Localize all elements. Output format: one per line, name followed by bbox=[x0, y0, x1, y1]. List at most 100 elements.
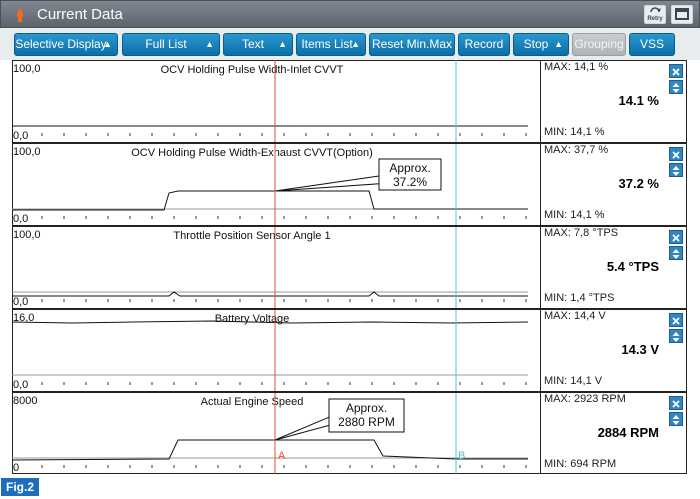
close-icon bbox=[672, 68, 680, 76]
max-value: MAX: 14,1 % bbox=[544, 61, 609, 73]
remove-item-button[interactable] bbox=[669, 64, 683, 78]
current-value: 5.4 °TPS bbox=[606, 259, 659, 274]
signal-waveform bbox=[12, 439, 528, 461]
reset-min-max-label: Reset Min.Max bbox=[371, 37, 453, 51]
y-min-label: 0,0 bbox=[13, 130, 28, 142]
remove-item-button[interactable] bbox=[669, 230, 683, 244]
graph-panel: 8000 0 Actual Engine Speed Approx.2880 RPM bbox=[12, 395, 528, 474]
full-list-label: Full List bbox=[145, 37, 187, 51]
value-panel: MAX: 7,8 °TPS 5.4 °TPS MIN: 1,4 °TPS bbox=[540, 226, 687, 308]
close-icon bbox=[672, 234, 680, 242]
up-down-arrow-icon bbox=[672, 415, 680, 425]
stop-dropdown[interactable]: Stop ▲︎ bbox=[513, 33, 569, 56]
vss-button[interactable]: VSS bbox=[629, 33, 675, 56]
reorder-item-button[interactable] bbox=[669, 329, 683, 343]
grouping-button: Grouping bbox=[572, 33, 626, 56]
reorder-item-button[interactable] bbox=[669, 80, 683, 94]
remove-item-button[interactable] bbox=[669, 396, 683, 410]
record-label: Record bbox=[464, 37, 504, 51]
signal-name: Throttle Position Sensor Angle 1 bbox=[173, 230, 330, 242]
reorder-item-button[interactable] bbox=[669, 163, 683, 177]
reset-min-max-button[interactable]: Reset Min.Max bbox=[369, 33, 455, 56]
app-flame-icon bbox=[16, 8, 24, 22]
callout-pointer bbox=[274, 175, 380, 192]
y-max-label: 100,0 bbox=[13, 146, 41, 158]
up-down-arrow-icon bbox=[672, 332, 680, 342]
signal-name: OCV Holding Pulse Width-Inlet CVVT bbox=[161, 64, 344, 76]
callout-line: 37.2% bbox=[393, 175, 427, 189]
toolbar: Selective Display ▲︎ Full List ▲︎ Text ▲… bbox=[0, 28, 700, 60]
signal-name: Actual Engine Speed bbox=[201, 396, 304, 408]
window-icon bbox=[675, 8, 689, 20]
value-panel: MAX: 14,1 % 14.1 % MIN: 14,1 % bbox=[540, 60, 687, 142]
record-button[interactable]: Record bbox=[458, 33, 510, 56]
cursor-b-label: B bbox=[458, 450, 465, 462]
min-value: MIN: 1,4 °TPS bbox=[544, 292, 615, 304]
graph-area: 100,0 0,0 OCV Holding Pulse Width-Inlet CV… bbox=[12, 60, 529, 474]
value-panel: MAX: 14,4 V 14.3 V MIN: 14,1 V bbox=[540, 309, 687, 391]
signal-waveform bbox=[12, 291, 528, 297]
graph-panel: 100,0 0,0 Throttle Position Sensor Angle 1 bbox=[12, 229, 528, 308]
up-down-arrow-icon bbox=[672, 166, 680, 176]
updown-arrow-icon: ▲︎ bbox=[278, 39, 287, 49]
max-value: MAX: 37,7 % bbox=[544, 144, 609, 156]
callout-line: Approx. bbox=[389, 161, 430, 175]
selective-display-label: Selective Display bbox=[15, 37, 107, 51]
value-panel: MAX: 37,7 % 37.2 % MIN: 14,1 % bbox=[540, 143, 687, 225]
panel-divider bbox=[12, 391, 687, 393]
selective-display-dropdown[interactable]: Selective Display ▲︎ bbox=[14, 33, 118, 56]
y-min-label: 0 bbox=[13, 462, 19, 474]
current-value: 37.2 % bbox=[618, 176, 659, 191]
close-icon bbox=[672, 317, 680, 325]
signal-name: OCV Holding Pulse Width-Exhaust CVVT(Opt… bbox=[131, 147, 372, 159]
reorder-item-button[interactable] bbox=[669, 246, 683, 260]
window-toggle-button[interactable] bbox=[671, 5, 693, 24]
window-title-bar: Current Data Retry bbox=[0, 0, 700, 28]
y-max-label: 8000 bbox=[13, 395, 37, 407]
signal-waveform bbox=[12, 190, 528, 211]
figure-label: Fig.2 bbox=[1, 478, 39, 496]
retry-label: Retry bbox=[647, 16, 663, 22]
updown-arrow-icon: ▲︎ bbox=[351, 39, 360, 49]
updown-arrow-icon: ▲︎ bbox=[554, 39, 563, 49]
graph-panel: 16,0 0,0 Battery Voltage bbox=[12, 312, 529, 391]
max-value: MAX: 7,8 °TPS bbox=[544, 227, 619, 239]
callout-pointer bbox=[274, 416, 330, 441]
min-value: MIN: 694 RPM bbox=[544, 458, 617, 470]
current-value: 14.3 V bbox=[621, 342, 659, 357]
remove-item-button[interactable] bbox=[669, 313, 683, 327]
min-value: MIN: 14,1 V bbox=[544, 375, 603, 387]
items-list-dropdown[interactable]: Items List ▲︎ bbox=[296, 33, 366, 56]
min-value: MIN: 14,1 % bbox=[544, 209, 605, 221]
y-min-label: 0,0 bbox=[13, 379, 28, 391]
full-list-dropdown[interactable]: Full List ▲︎ bbox=[122, 33, 220, 56]
cursor-a-label: A bbox=[278, 450, 286, 462]
callout-line: Approx. bbox=[346, 401, 387, 415]
up-down-arrow-icon bbox=[672, 249, 680, 259]
text-dropdown[interactable]: Text ▲︎ bbox=[223, 33, 293, 56]
y-max-label: 100,0 bbox=[13, 63, 41, 75]
up-down-arrow-icon bbox=[672, 83, 680, 93]
y-min-label: 0,0 bbox=[13, 296, 28, 308]
vss-label: VSS bbox=[639, 37, 664, 51]
reorder-item-button[interactable] bbox=[669, 412, 683, 426]
updown-arrow-icon: ▲︎ bbox=[103, 39, 112, 49]
y-max-label: 16,0 bbox=[13, 312, 34, 324]
y-max-label: 100,0 bbox=[13, 229, 41, 241]
panel-divider bbox=[12, 308, 687, 310]
remove-item-button[interactable] bbox=[669, 147, 683, 161]
panel-divider bbox=[12, 142, 687, 144]
min-value: MIN: 14,1 % bbox=[544, 126, 605, 138]
panel-divider bbox=[12, 225, 687, 227]
retry-button[interactable]: Retry bbox=[644, 5, 666, 24]
value-panel: MAX: 2923 RPM 2884 RPM MIN: 694 RPM bbox=[540, 392, 687, 474]
graph-panel: 100,0 0,0 OCV Holding Pulse Width-Exhaust … bbox=[12, 146, 528, 225]
y-min-label: 0,0 bbox=[13, 213, 28, 225]
close-icon bbox=[672, 151, 680, 159]
window-title: Current Data bbox=[37, 6, 123, 23]
max-value: MAX: 14,4 V bbox=[544, 310, 606, 322]
current-value: 14.1 % bbox=[618, 93, 659, 108]
grouping-label: Grouping bbox=[574, 37, 624, 51]
callout-line: 2880 RPM bbox=[338, 415, 395, 429]
updown-arrow-icon: ▲︎ bbox=[205, 39, 214, 49]
